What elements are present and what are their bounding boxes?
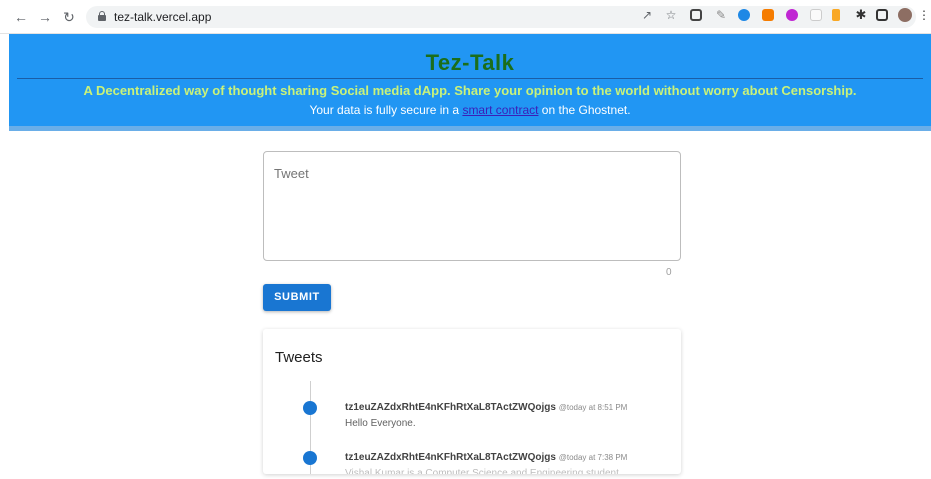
extension-square-icon[interactable] xyxy=(810,9,822,21)
tweet-time: @today at 7:38 PM xyxy=(558,453,628,462)
metamask-icon[interactable] xyxy=(762,9,774,21)
sidebar-icon[interactable] xyxy=(876,9,888,21)
submit-button[interactable]: SUBMIT xyxy=(263,284,331,311)
timeline-dot xyxy=(303,401,317,415)
tweets-card: Tweets tz1euZAZdxRhtE4nKFhRtXaL8TActZWQo… xyxy=(263,329,681,474)
reload-icon[interactable]: ↻ xyxy=(60,8,78,26)
tweet-time: @today at 8:51 PM xyxy=(558,403,628,412)
share-icon[interactable]: ↗ xyxy=(640,8,654,22)
avatar-icon[interactable] xyxy=(898,8,912,22)
star-icon[interactable]: ☆ xyxy=(664,8,678,22)
pen-icon[interactable]: ✎ xyxy=(714,8,728,22)
qr-icon[interactable] xyxy=(690,9,702,21)
shield-icon[interactable] xyxy=(738,9,750,21)
char-counter: 0 xyxy=(666,267,672,278)
security-note: Your data is fully secure in a smart con… xyxy=(9,103,931,117)
app-title: Tez-Talk xyxy=(425,50,515,75)
header-banner: Tez-Talk A Decentralized way of thought … xyxy=(9,34,931,131)
tweet-author: tz1euZAZdxRhtE4nKFhRtXaL8TActZWQojgs @to… xyxy=(345,452,627,463)
lock-icon[interactable] xyxy=(98,11,106,21)
security-note-suffix: on the Ghostnet. xyxy=(538,103,631,117)
tweet-input[interactable]: Tweet xyxy=(263,151,681,261)
puzzle-icon[interactable]: ✱ xyxy=(854,8,868,22)
app-tagline: A Decentralized way of thought sharing S… xyxy=(83,83,857,98)
tweet-author: tz1euZAZdxRhtE4nKFhRtXaL8TActZWQojgs @to… xyxy=(345,402,627,413)
forward-arrow-icon[interactable]: → xyxy=(36,8,54,26)
security-note-prefix: Your data is fully secure in a xyxy=(309,103,463,117)
browser-toolbar: ← → ↻ tez-talk.vercel.app ↗ ☆ ✎ ✱ ⋮ xyxy=(0,0,931,34)
tweets-title: Tweets xyxy=(275,349,323,366)
timeline-dot xyxy=(303,451,317,465)
smart-contract-link[interactable]: smart contract xyxy=(462,103,538,117)
menu-dots-icon[interactable]: ⋮ xyxy=(918,8,930,22)
url-text[interactable]: tez-talk.vercel.app xyxy=(114,10,211,24)
title-divider xyxy=(17,78,923,79)
tweet-text: Hello Everyone. xyxy=(345,418,416,429)
tweet-author-address: tz1euZAZdxRhtE4nKFhRtXaL8TActZWQojgs xyxy=(345,452,556,463)
tweet-author-address: tz1euZAZdxRhtE4nKFhRtXaL8TActZWQojgs xyxy=(345,402,556,413)
tweet-placeholder: Tweet xyxy=(274,166,309,181)
key-icon[interactable] xyxy=(832,9,840,21)
back-arrow-icon[interactable]: ← xyxy=(12,8,30,26)
pink-circle-icon[interactable] xyxy=(786,9,798,21)
